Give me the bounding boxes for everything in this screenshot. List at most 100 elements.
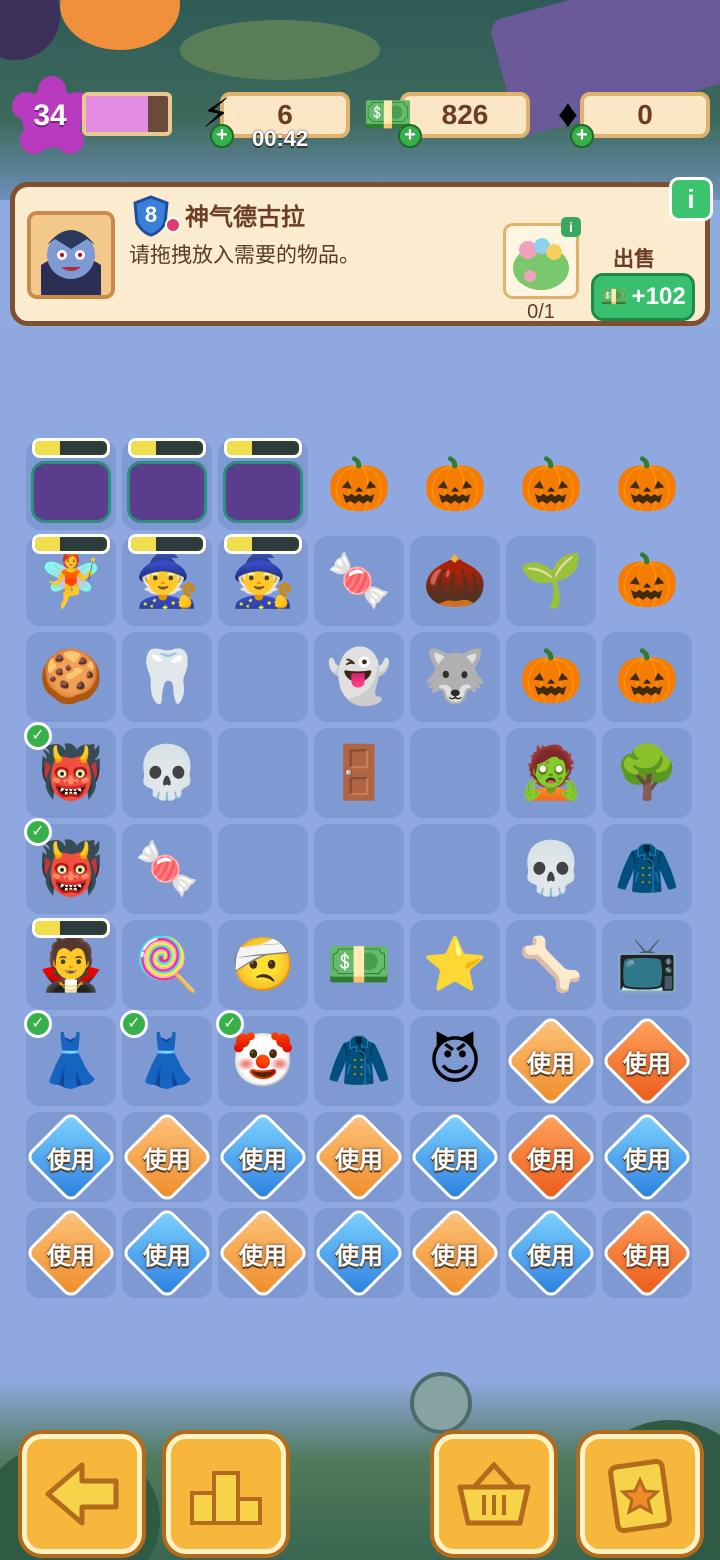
haunted-tree-cell[interactable]: 🌳 [602, 728, 692, 818]
dracula-portrait [27, 211, 115, 299]
zombie-head-cell[interactable]: 🧟 [506, 728, 596, 818]
star-cape-icon: 🧥 [614, 840, 680, 898]
generator-progress-fill [131, 441, 157, 455]
haunted-closet-icon: 🚪 [326, 744, 392, 802]
shop-button[interactable] [434, 1434, 554, 1554]
use-booster-cell[interactable]: 使用 [312, 1110, 406, 1204]
jack-o-lantern-cell[interactable]: 🎃 [602, 632, 692, 722]
jack-o-lantern-icon: 🎃 [614, 648, 680, 706]
red-dress-cell[interactable]: 👗 ✓ [24, 1010, 116, 1106]
sprout-cell[interactable]: 🌱 [506, 536, 596, 626]
fairy-girl-cell[interactable]: 🧚 [26, 534, 116, 626]
use-booster-cell[interactable]: 使用 [504, 1110, 598, 1204]
pumpkin-field-cell[interactable]: 🎃 [506, 440, 596, 530]
witch-girl-cell[interactable]: 🧙 [122, 534, 212, 626]
pumpkin-field-cell[interactable]: 🎃 [602, 536, 692, 626]
pumpkin-icon: 🎃 [614, 456, 680, 514]
haunted-tv-cell[interactable]: 📺 [602, 920, 692, 1010]
pumpkin-field-cell[interactable]: 🎃 [602, 440, 692, 530]
empty-cell [410, 728, 500, 818]
required-item-info-icon[interactable]: i [561, 217, 581, 237]
use-booster-cell[interactable]: 使用 [24, 1206, 118, 1300]
seeds-cell[interactable]: 🌰 [410, 536, 500, 626]
monster-generator-cell[interactable] [26, 438, 116, 530]
monster-generator-cell[interactable] [122, 438, 212, 530]
add-cash-icon[interactable]: + [398, 124, 422, 148]
candy-pile-cell[interactable]: 🍭 [122, 920, 212, 1010]
witch-girl-cell[interactable]: 🧙 [218, 534, 308, 626]
skull-lollipop-cell[interactable]: 💀 [122, 728, 212, 818]
use-booster-cell[interactable]: 使用 [120, 1110, 214, 1204]
pumpkin-icon: 🎃 [422, 456, 488, 514]
dracula-cell[interactable]: 🧛 [26, 918, 116, 1010]
empty-cell [314, 824, 404, 914]
red-dress-cell[interactable]: 👗 ✓ [120, 1010, 212, 1106]
generator-progress-fill [35, 921, 61, 935]
tasks-button[interactable] [580, 1434, 700, 1554]
use-booster-cell[interactable]: 使用 [600, 1110, 694, 1204]
use-booster-cell[interactable]: 使用 [408, 1206, 502, 1300]
imp-cell[interactable]: 😈 [410, 1016, 500, 1106]
mummy-head-cell[interactable]: 🤕 [218, 920, 308, 1010]
use-booster-cell[interactable]: 使用 [504, 1014, 598, 1108]
use-label: 使用 [623, 1242, 671, 1270]
star-cape-cell[interactable]: 🧥 [602, 824, 692, 914]
pumpkin-field-cell[interactable]: 🎃 [410, 440, 500, 530]
info-button[interactable]: i [669, 177, 713, 221]
sell-reward: +102 [631, 283, 686, 310]
order-card: 8 神气德古拉 请拖拽放入需要的物品。 i 0/1 出售 💵 +102 i [10, 177, 713, 326]
skeleton-costume-cell[interactable]: 🦴 [506, 920, 596, 1010]
small-pumpkin-cell[interactable]: 🎃 [506, 632, 596, 722]
use-booster-cell[interactable]: 使用 [312, 1206, 406, 1300]
cookie-cell[interactable]: 🍪 [26, 632, 116, 722]
use-label: 使用 [47, 1146, 95, 1174]
use-booster-cell[interactable]: 使用 [408, 1110, 502, 1204]
grim-reaper-cell[interactable]: 💀 [506, 824, 596, 914]
crown-icon [165, 217, 181, 233]
use-booster-cell[interactable]: 使用 [120, 1206, 214, 1300]
tooth-cell[interactable]: 🦷 [122, 632, 212, 722]
generator-progress-bar [32, 918, 110, 938]
zombie-head-icon: 🧟 [518, 744, 584, 802]
cash-value: 826 [441, 99, 489, 130]
use-booster-cell[interactable]: 使用 [216, 1206, 310, 1300]
monster-generator-cell[interactable] [218, 438, 308, 530]
star-cape-cell[interactable]: 🧥 [314, 1016, 404, 1106]
arrow-left-icon [45, 1462, 119, 1526]
use-booster-cell[interactable]: 使用 [504, 1206, 598, 1300]
level-badge[interactable]: 34 [10, 76, 92, 156]
use-booster-cell[interactable]: 使用 [600, 1014, 694, 1108]
pumpkin-field-cell[interactable]: 🎃 [314, 440, 404, 530]
use-booster-cell[interactable]: 使用 [600, 1206, 694, 1300]
use-booster-cell[interactable]: 使用 [24, 1110, 118, 1204]
sell-button[interactable]: 💵 +102 [591, 273, 695, 321]
seeds-icon: 🌰 [422, 552, 488, 610]
clown-outfit-cell[interactable]: 🤡 ✓ [216, 1010, 308, 1106]
add-energy-icon[interactable]: + [210, 124, 234, 148]
small-pumpkin-icon: 🎃 [518, 648, 584, 706]
gem-counter[interactable]: 0 [580, 92, 710, 138]
ghost-cell[interactable]: 👻 [314, 632, 404, 722]
haunted-closet-cell[interactable]: 🚪 [314, 728, 404, 818]
empty-cell [410, 824, 500, 914]
candy-bag-cell[interactable]: 🍬 [122, 824, 212, 914]
purple-star-cell[interactable]: ⭐ [410, 920, 500, 1010]
monster-mouth-icon [127, 461, 207, 523]
grim-reaper-icon: 💀 [518, 840, 584, 898]
cash-stack-cell[interactable]: 💵 [314, 920, 404, 1010]
hat-decoration [0, 0, 60, 60]
empty-cell [218, 824, 308, 914]
devil-cell[interactable]: 👹 ✓ [24, 818, 116, 914]
candy-bag-icon: 🍬 [134, 840, 200, 898]
leaderboard-button[interactable] [166, 1434, 286, 1554]
use-label: 使用 [47, 1242, 95, 1270]
back-button[interactable] [22, 1434, 142, 1554]
werewolf-cell[interactable]: 🐺 [410, 632, 500, 722]
use-booster-cell[interactable]: 使用 [216, 1110, 310, 1204]
candy-cell[interactable]: 🍬 [314, 536, 404, 626]
add-gems-icon[interactable]: + [570, 124, 594, 148]
candy-pile-icon: 🍭 [134, 936, 200, 994]
devil-cell[interactable]: 👹 ✓ [24, 722, 116, 818]
level-number: 34 [33, 99, 67, 132]
red-dress-icon: 👗 [38, 1032, 104, 1090]
